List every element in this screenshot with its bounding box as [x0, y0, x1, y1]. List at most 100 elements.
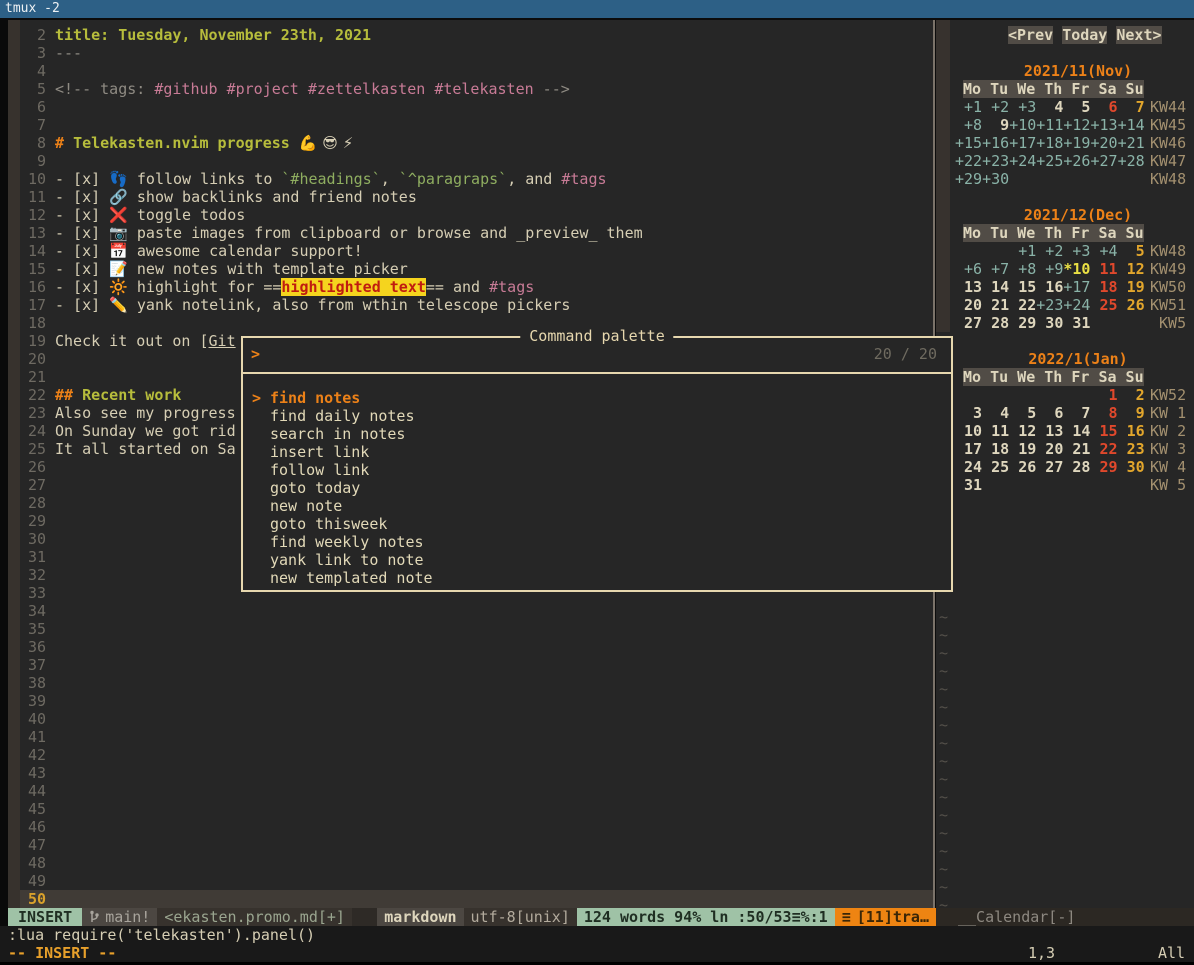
calendar-day[interactable]: 11 — [1090, 260, 1117, 278]
editor-line-9[interactable]: 9 — [20, 152, 933, 170]
editor-line-8[interactable]: 8# Telekasten.nvim progress 💪 😎 ⚡ — [20, 134, 933, 152]
editor-line-47[interactable]: 47 — [20, 836, 933, 854]
calendar-day[interactable]: +25 — [1036, 152, 1063, 170]
calendar-day[interactable]: 29 — [1009, 314, 1036, 332]
editor-line-48[interactable]: 48 — [20, 854, 933, 872]
editor-line-17[interactable]: 17- [x] ✏️ yank notelink, also from wthi… — [20, 296, 933, 314]
calendar-nav-today-button[interactable]: Today — [1062, 26, 1107, 44]
calendar-day[interactable]: +1 — [955, 98, 982, 116]
editor-line-13[interactable]: 13- [x] 📷 paste images from clipboard or… — [20, 224, 933, 242]
calendar-day[interactable]: +8 — [1009, 260, 1036, 278]
calendar-day[interactable]: 6 — [1036, 404, 1063, 422]
calendar-day[interactable]: 14 — [1063, 422, 1090, 440]
calendar-day[interactable]: 6 — [1090, 98, 1117, 116]
palette-item-goto-today[interactable]: goto today — [243, 479, 951, 497]
calendar-day[interactable]: 28 — [1063, 458, 1090, 476]
editor-line-39[interactable]: 39 — [20, 692, 933, 710]
calendar-day[interactable]: 4 — [1036, 98, 1063, 116]
editor-line-11[interactable]: 11- [x] 🔗 show backlinks and friend note… — [20, 188, 933, 206]
calendar-day[interactable]: 20 — [1036, 440, 1063, 458]
calendar-day[interactable]: +15 — [955, 134, 982, 152]
editor-line-34[interactable]: 34 — [20, 602, 933, 620]
calendar-day[interactable]: 21 — [1063, 440, 1090, 458]
calendar-day[interactable]: 26 — [1118, 296, 1145, 314]
calendar-day[interactable]: +26 — [1063, 152, 1090, 170]
calendar-day[interactable]: 27 — [955, 314, 982, 332]
editor-line-15[interactable]: 15- [x] 📝 new notes with template picker — [20, 260, 933, 278]
palette-prompt-row[interactable]: > 20 / 20 — [243, 338, 951, 374]
calendar-day[interactable]: +29 — [955, 170, 982, 188]
calendar-day[interactable]: 3 — [955, 404, 982, 422]
editor-line-45[interactable]: 45 — [20, 800, 933, 818]
palette-item-new-templated-note[interactable]: new templated note — [243, 569, 951, 587]
calendar-day[interactable]: +20 — [1090, 134, 1117, 152]
palette-item-find-daily-notes[interactable]: find daily notes — [243, 407, 951, 425]
calendar-day[interactable]: 9 — [982, 116, 1009, 134]
editor-line-50[interactable]: 50 — [20, 890, 933, 908]
calendar-day[interactable]: 15 — [1009, 278, 1036, 296]
editor-line-37[interactable]: 37 — [20, 656, 933, 674]
calendar-window[interactable]: <Prev Today Next>2021/11(Nov)Mo Tu We Th… — [936, 20, 1194, 908]
editor-line-46[interactable]: 46 — [20, 818, 933, 836]
calendar-day[interactable]: 31 — [1063, 314, 1090, 332]
editor-line-35[interactable]: 35 — [20, 620, 933, 638]
calendar-day[interactable]: 16 — [1118, 422, 1145, 440]
calendar-day[interactable]: 22 — [1009, 296, 1036, 314]
calendar-day[interactable]: +8 — [955, 116, 982, 134]
calendar-day[interactable]: 18 — [1090, 278, 1117, 296]
editor-line-5[interactable]: 5<!-- tags: #github #project #zettelkast… — [20, 80, 933, 98]
calendar-day[interactable]: 30 — [1036, 314, 1063, 332]
calendar-day[interactable]: 14 — [982, 278, 1009, 296]
calendar-day[interactable]: 9 — [1118, 404, 1145, 422]
calendar-day[interactable]: 16 — [1036, 278, 1063, 296]
calendar-day[interactable]: +18 — [1036, 134, 1063, 152]
calendar-day[interactable]: +7 — [982, 260, 1009, 278]
calendar-day[interactable]: 30 — [1118, 458, 1145, 476]
editor-line-43[interactable]: 43 — [20, 764, 933, 782]
calendar-day[interactable]: +22 — [955, 152, 982, 170]
palette-item-yank-link-to-note[interactable]: yank link to note — [243, 551, 951, 569]
calendar-day[interactable]: 4 — [982, 404, 1009, 422]
editor-line-49[interactable]: 49 — [20, 872, 933, 890]
palette-item-insert-link[interactable]: insert link — [243, 443, 951, 461]
calendar-day[interactable]: 25 — [982, 458, 1009, 476]
calendar-day[interactable]: 18 — [982, 440, 1009, 458]
calendar-day[interactable]: +21 — [1118, 134, 1145, 152]
editor-line-16[interactable]: 16- [x] 🔆 highlight for ==highlighted te… — [20, 278, 933, 296]
calendar-day[interactable]: 7 — [1063, 404, 1090, 422]
calendar-day[interactable]: +2 — [1036, 242, 1063, 260]
calendar-day[interactable]: +23 — [982, 152, 1009, 170]
calendar-day[interactable]: 20 — [955, 296, 982, 314]
editor-line-18[interactable]: 18 — [20, 314, 933, 332]
calendar-day[interactable]: +16 — [982, 134, 1009, 152]
calendar-nav-prev-button[interactable]: <Prev — [1008, 26, 1053, 44]
calendar-day[interactable]: +24 — [1063, 296, 1090, 314]
calendar-day[interactable]: 31 — [955, 476, 982, 494]
calendar-day[interactable]: +2 — [982, 98, 1009, 116]
editor-line-40[interactable]: 40 — [20, 710, 933, 728]
calendar-day[interactable]: 1 — [1090, 386, 1117, 404]
calendar-day[interactable]: *10 — [1063, 260, 1090, 278]
calendar-day[interactable]: 2 — [1118, 386, 1145, 404]
calendar-day[interactable]: 22 — [1090, 440, 1117, 458]
calendar-day[interactable]: 21 — [982, 296, 1009, 314]
calendar-day[interactable]: 8 — [1090, 404, 1117, 422]
calendar-day[interactable]: +3 — [1063, 242, 1090, 260]
editor-line-36[interactable]: 36 — [20, 638, 933, 656]
editor-line-14[interactable]: 14- [x] 📅 awesome calendar support! — [20, 242, 933, 260]
ex-command-text[interactable]: :lua require('telekasten').panel() — [0, 926, 1194, 944]
palette-item-search-in-notes[interactable]: search in notes — [243, 425, 951, 443]
editor-line-6[interactable]: 6 — [20, 98, 933, 116]
editor-line-10[interactable]: 10- [x] 👣 follow links to `#headings`, `… — [20, 170, 933, 188]
calendar-day[interactable]: 13 — [955, 278, 982, 296]
calendar-day[interactable]: 12 — [1118, 260, 1145, 278]
editor-line-38[interactable]: 38 — [20, 674, 933, 692]
calendar-day[interactable]: +11 — [1036, 116, 1063, 134]
calendar-day[interactable]: +3 — [1009, 98, 1036, 116]
calendar-day[interactable]: 25 — [1090, 296, 1117, 314]
calendar-day[interactable]: 24 — [955, 458, 982, 476]
calendar-day[interactable]: +12 — [1063, 116, 1090, 134]
calendar-day[interactable]: 5 — [1063, 98, 1090, 116]
calendar-day[interactable]: 29 — [1090, 458, 1117, 476]
calendar-day[interactable]: +13 — [1090, 116, 1117, 134]
